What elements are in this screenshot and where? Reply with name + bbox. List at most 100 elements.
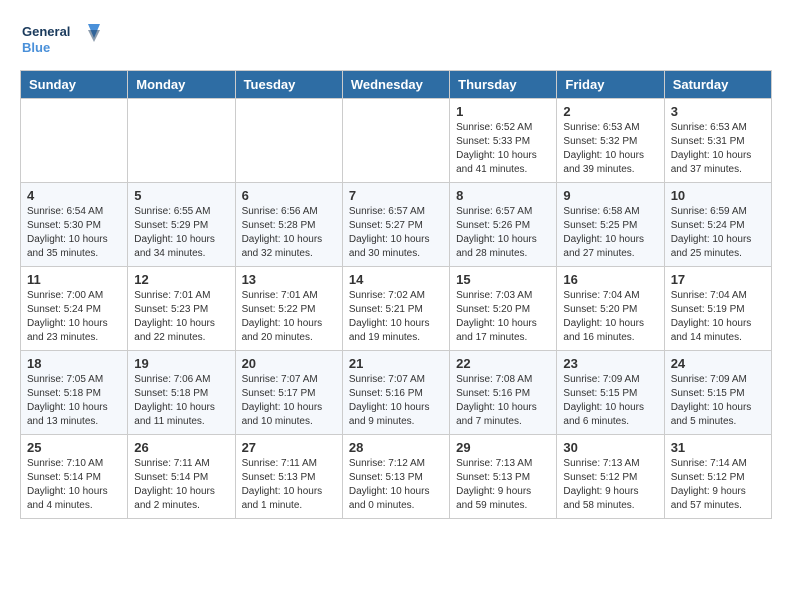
header: General Blue: [20, 20, 772, 60]
calendar-cell: 31Sunrise: 7:14 AM Sunset: 5:12 PM Dayli…: [664, 435, 771, 519]
day-number: 11: [27, 272, 121, 287]
day-number: 23: [563, 356, 657, 371]
calendar-cell: 20Sunrise: 7:07 AM Sunset: 5:17 PM Dayli…: [235, 351, 342, 435]
day-info: Sunrise: 7:07 AM Sunset: 5:16 PM Dayligh…: [349, 373, 443, 429]
day-number: 3: [671, 104, 765, 119]
calendar-cell: [128, 99, 235, 183]
day-number: 19: [134, 356, 228, 371]
day-number: 7: [349, 188, 443, 203]
day-info: Sunrise: 7:00 AM Sunset: 5:24 PM Dayligh…: [27, 289, 121, 345]
day-number: 12: [134, 272, 228, 287]
day-number: 10: [671, 188, 765, 203]
calendar-cell: 10 Sunrise: 6:59 AM Sunset: 5:24 PM Dayli…: [664, 183, 771, 267]
day-info: Sunrise: 7:04 AM Sunset: 5:19 PM Dayligh…: [671, 289, 765, 345]
column-header-sunday: Sunday: [21, 71, 128, 99]
column-header-saturday: Saturday: [664, 71, 771, 99]
calendar-cell: 21 Sunrise: 7:07 AM Sunset: 5:16 PM Dayli…: [342, 351, 449, 435]
calendar-cell: 7 Sunrise: 6:57 AM Sunset: 5:27 PM Daylig…: [342, 183, 449, 267]
calendar-cell: 23 Sunrise: 7:09 AM Sunset: 5:15 PM Dayli…: [557, 351, 664, 435]
day-number: 13: [242, 272, 336, 287]
day-info: Sunrise: 7:07 AM Sunset: 5:17 PM Dayligh…: [242, 373, 336, 429]
column-header-tuesday: Tuesday: [235, 71, 342, 99]
column-header-monday: Monday: [128, 71, 235, 99]
day-info: Sunrise: 6:53 AM Sunset: 5:31 PM Dayligh…: [671, 121, 765, 177]
logo: General Blue: [20, 20, 100, 60]
day-number: 14: [349, 272, 443, 287]
day-info: Sunrise: 7:12 AM Sunset: 5:13 PM Dayligh…: [349, 457, 443, 513]
calendar-cell: 15 Sunrise: 7:03 AM Sunset: 5:20 PM Dayli…: [450, 267, 557, 351]
calendar-cell: 8 Sunrise: 6:57 AM Sunset: 5:26 PM Daylig…: [450, 183, 557, 267]
calendar-cell: 29 Sunrise: 7:13 AM Sunset: 5:13 PM Dayli…: [450, 435, 557, 519]
calendar-cell: 25 Sunrise: 7:10 AM Sunset: 5:14 PM Dayli…: [21, 435, 128, 519]
day-number: 25: [27, 440, 121, 455]
day-info: Sunrise: 6:56 AM Sunset: 5:28 PM Dayligh…: [242, 205, 336, 261]
calendar-cell: 4 Sunrise: 6:54 AM Sunset: 5:30 PM Daylig…: [21, 183, 128, 267]
day-number: 6: [242, 188, 336, 203]
calendar-cell: 24 Sunrise: 7:09 AM Sunset: 5:15 PM Dayli…: [664, 351, 771, 435]
day-info: Sunrise: 6:53 AM Sunset: 5:32 PM Dayligh…: [563, 121, 657, 177]
calendar-week-row: 18Sunrise: 7:05 AM Sunset: 5:18 PM Dayli…: [21, 351, 772, 435]
svg-text:Blue: Blue: [22, 40, 50, 55]
calendar-cell: [21, 99, 128, 183]
day-number: 30: [563, 440, 657, 455]
calendar-cell: 1 Sunrise: 6:52 AM Sunset: 5:33 PM Daylig…: [450, 99, 557, 183]
calendar-table: SundayMondayTuesdayWednesdayThursdayFrid…: [20, 70, 772, 519]
day-number: 28: [349, 440, 443, 455]
column-header-thursday: Thursday: [450, 71, 557, 99]
day-number: 26: [134, 440, 228, 455]
calendar-cell: 5 Sunrise: 6:55 AM Sunset: 5:29 PM Daylig…: [128, 183, 235, 267]
day-number: 1: [456, 104, 550, 119]
calendar-cell: 14 Sunrise: 7:02 AM Sunset: 5:21 PM Dayli…: [342, 267, 449, 351]
day-info: Sunrise: 7:06 AM Sunset: 5:18 PM Dayligh…: [134, 373, 228, 429]
calendar-cell: 11 Sunrise: 7:00 AM Sunset: 5:24 PM Dayli…: [21, 267, 128, 351]
day-number: 15: [456, 272, 550, 287]
day-info: Sunrise: 6:52 AM Sunset: 5:33 PM Dayligh…: [456, 121, 550, 177]
day-info: Sunrise: 6:55 AM Sunset: 5:29 PM Dayligh…: [134, 205, 228, 261]
day-number: 24: [671, 356, 765, 371]
column-header-wednesday: Wednesday: [342, 71, 449, 99]
calendar-cell: 3 Sunrise: 6:53 AM Sunset: 5:31 PM Daylig…: [664, 99, 771, 183]
day-info: Sunrise: 7:09 AM Sunset: 5:15 PM Dayligh…: [563, 373, 657, 429]
day-number: 4: [27, 188, 121, 203]
calendar-cell: 28 Sunrise: 7:12 AM Sunset: 5:13 PM Dayli…: [342, 435, 449, 519]
calendar-cell: 19 Sunrise: 7:06 AM Sunset: 5:18 PM Dayli…: [128, 351, 235, 435]
calendar-cell: 26 Sunrise: 7:11 AM Sunset: 5:14 PM Dayli…: [128, 435, 235, 519]
calendar-cell: [235, 99, 342, 183]
day-number: 29: [456, 440, 550, 455]
day-number: 8: [456, 188, 550, 203]
day-number: 21: [349, 356, 443, 371]
calendar-cell: 2Sunrise: 6:53 AM Sunset: 5:32 PM Daylig…: [557, 99, 664, 183]
day-info: Sunrise: 7:13 AM Sunset: 5:12 PM Dayligh…: [563, 457, 657, 513]
day-info: Sunrise: 7:10 AM Sunset: 5:14 PM Dayligh…: [27, 457, 121, 513]
calendar-cell: 22 Sunrise: 7:08 AM Sunset: 5:16 PM Dayli…: [450, 351, 557, 435]
calendar-cell: 16Sunrise: 7:04 AM Sunset: 5:20 PM Dayli…: [557, 267, 664, 351]
calendar-cell: 9 Sunrise: 6:58 AM Sunset: 5:25 PM Daylig…: [557, 183, 664, 267]
day-info: Sunrise: 7:01 AM Sunset: 5:22 PM Dayligh…: [242, 289, 336, 345]
calendar-cell: 17Sunrise: 7:04 AM Sunset: 5:19 PM Dayli…: [664, 267, 771, 351]
day-number: 5: [134, 188, 228, 203]
day-info: Sunrise: 7:03 AM Sunset: 5:20 PM Dayligh…: [456, 289, 550, 345]
day-info: Sunrise: 6:59 AM Sunset: 5:24 PM Dayligh…: [671, 205, 765, 261]
day-info: Sunrise: 6:57 AM Sunset: 5:27 PM Dayligh…: [349, 205, 443, 261]
calendar-header-row: SundayMondayTuesdayWednesdayThursdayFrid…: [21, 71, 772, 99]
column-header-friday: Friday: [557, 71, 664, 99]
day-info: Sunrise: 6:57 AM Sunset: 5:26 PM Dayligh…: [456, 205, 550, 261]
day-info: Sunrise: 6:54 AM Sunset: 5:30 PM Dayligh…: [27, 205, 121, 261]
day-number: 9: [563, 188, 657, 203]
day-info: Sunrise: 7:09 AM Sunset: 5:15 PM Dayligh…: [671, 373, 765, 429]
calendar-week-row: 25 Sunrise: 7:10 AM Sunset: 5:14 PM Dayli…: [21, 435, 772, 519]
day-info: Sunrise: 7:08 AM Sunset: 5:16 PM Dayligh…: [456, 373, 550, 429]
day-info: Sunrise: 6:58 AM Sunset: 5:25 PM Dayligh…: [563, 205, 657, 261]
calendar-week-row: 1 Sunrise: 6:52 AM Sunset: 5:33 PM Daylig…: [21, 99, 772, 183]
calendar-cell: 6 Sunrise: 6:56 AM Sunset: 5:28 PM Daylig…: [235, 183, 342, 267]
day-number: 22: [456, 356, 550, 371]
day-info: Sunrise: 7:01 AM Sunset: 5:23 PM Dayligh…: [134, 289, 228, 345]
calendar-cell: 30 Sunrise: 7:13 AM Sunset: 5:12 PM Dayli…: [557, 435, 664, 519]
calendar-cell: 12 Sunrise: 7:01 AM Sunset: 5:23 PM Dayli…: [128, 267, 235, 351]
calendar-cell: 13 Sunrise: 7:01 AM Sunset: 5:22 PM Dayli…: [235, 267, 342, 351]
calendar-week-row: 11 Sunrise: 7:00 AM Sunset: 5:24 PM Dayli…: [21, 267, 772, 351]
day-info: Sunrise: 7:13 AM Sunset: 5:13 PM Dayligh…: [456, 457, 550, 513]
day-info: Sunrise: 7:11 AM Sunset: 5:13 PM Dayligh…: [242, 457, 336, 513]
day-info: Sunrise: 7:11 AM Sunset: 5:14 PM Dayligh…: [134, 457, 228, 513]
day-info: Sunrise: 7:02 AM Sunset: 5:21 PM Dayligh…: [349, 289, 443, 345]
